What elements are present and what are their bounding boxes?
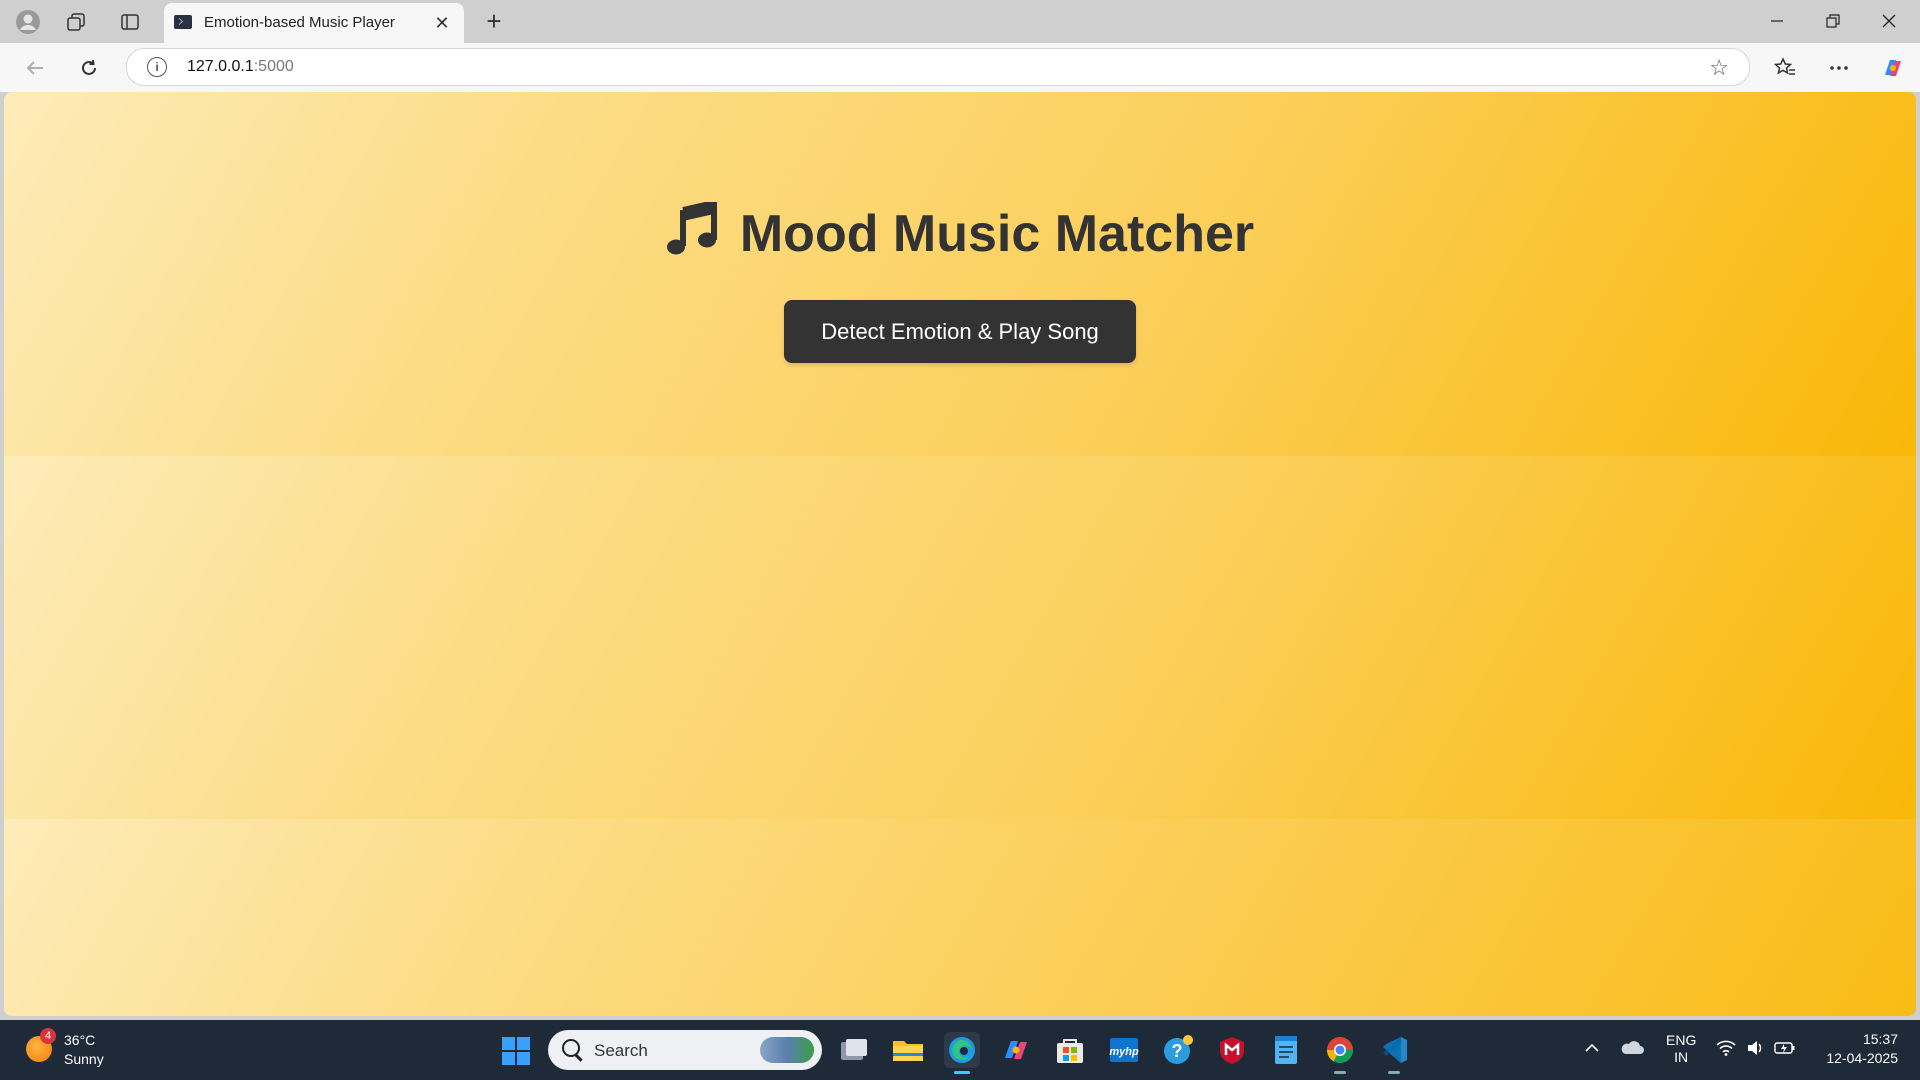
- minimize-icon[interactable]: [1754, 6, 1800, 36]
- terminal-favicon-icon: [174, 15, 192, 29]
- web-page: Mood Music Matcher Detect Emotion & Play…: [4, 92, 1916, 1016]
- language-indicator[interactable]: ENG IN: [1666, 1032, 1696, 1066]
- vscode-icon[interactable]: [1376, 1032, 1412, 1074]
- new-tab-button[interactable]: +: [478, 6, 510, 38]
- music-note-icon: [666, 199, 718, 265]
- window-close-icon[interactable]: [1866, 6, 1912, 36]
- region-code: IN: [1674, 1049, 1689, 1065]
- task-view-icon[interactable]: [836, 1032, 872, 1068]
- taskbar-search-input[interactable]: Search: [548, 1030, 822, 1070]
- wifi-icon[interactable]: [1716, 1040, 1736, 1059]
- show-hidden-icons-chevron-icon[interactable]: [1584, 1040, 1600, 1056]
- edge-browser-icon[interactable]: [944, 1032, 980, 1074]
- active-tab[interactable]: Emotion-based Music Player ✕: [164, 3, 464, 43]
- restore-icon[interactable]: [1810, 6, 1856, 36]
- url-text: 127.0.0.1:5000: [187, 58, 294, 75]
- favorites-icon[interactable]: [1768, 51, 1802, 85]
- search-placeholder: Search: [594, 1041, 648, 1060]
- favorite-star-icon[interactable]: ☆: [1709, 55, 1729, 81]
- footer-section: [4, 819, 1916, 1016]
- search-icon: [562, 1039, 580, 1057]
- more-options-icon[interactable]: [1822, 51, 1856, 85]
- mcafee-icon[interactable]: [1214, 1032, 1250, 1068]
- help-icon[interactable]: ?: [1160, 1032, 1196, 1068]
- address-bar[interactable]: i 127.0.0.1:5000 ☆: [126, 48, 1750, 86]
- windows-start-icon[interactable]: [502, 1037, 530, 1065]
- content-section: [4, 456, 1916, 819]
- volume-icon[interactable]: [1746, 1040, 1764, 1059]
- windows-taskbar: 4 36°C Sunny Search myhp ? ENG IN 15:37 …: [0, 1020, 1920, 1080]
- weather-badge: 4: [40, 1028, 56, 1044]
- page-title-text: Mood Music Matcher: [739, 204, 1255, 263]
- back-arrow-icon[interactable]: [18, 51, 52, 85]
- browser-tab-strip: Emotion-based Music Player ✕ +: [0, 0, 1920, 43]
- microsoft-store-icon[interactable]: [1052, 1032, 1088, 1068]
- copilot-icon[interactable]: [1876, 51, 1910, 85]
- clock-time: 15:37: [1862, 1031, 1898, 1047]
- svg-text:myhp: myhp: [1109, 1046, 1139, 1058]
- tab-title: Emotion-based Music Player: [204, 14, 395, 31]
- refresh-icon[interactable]: [72, 51, 106, 85]
- site-info-icon[interactable]: i: [147, 57, 167, 77]
- browser-toolbar: i 127.0.0.1:5000 ☆: [0, 43, 1920, 92]
- profile-icon[interactable]: [12, 6, 44, 38]
- clock-date: 12-04-2025: [1826, 1050, 1898, 1066]
- notepad-icon[interactable]: [1268, 1032, 1304, 1068]
- search-highlight-icon: [760, 1037, 814, 1063]
- file-explorer-icon[interactable]: [890, 1032, 926, 1068]
- chrome-icon[interactable]: [1322, 1032, 1358, 1074]
- battery-icon[interactable]: [1774, 1040, 1796, 1059]
- clock[interactable]: 15:37 12-04-2025: [1812, 1030, 1898, 1068]
- language-code: ENG: [1666, 1032, 1697, 1048]
- weather-condition[interactable]: Sunny: [64, 1051, 104, 1067]
- vertical-tabs-icon[interactable]: [114, 6, 146, 38]
- detect-emotion-button[interactable]: Detect Emotion & Play Song: [784, 300, 1136, 363]
- myhp-icon[interactable]: myhp: [1106, 1032, 1142, 1068]
- weather-temperature[interactable]: 36°C: [64, 1032, 95, 1048]
- close-tab-button[interactable]: ✕: [430, 11, 454, 35]
- workspaces-icon[interactable]: [60, 6, 92, 38]
- onedrive-cloud-icon[interactable]: [1620, 1038, 1644, 1059]
- copilot-app-icon[interactable]: [998, 1032, 1034, 1068]
- svg-text:?: ?: [1172, 1041, 1183, 1061]
- page-title: Mood Music Matcher: [4, 199, 1916, 265]
- header-section: [4, 92, 1916, 456]
